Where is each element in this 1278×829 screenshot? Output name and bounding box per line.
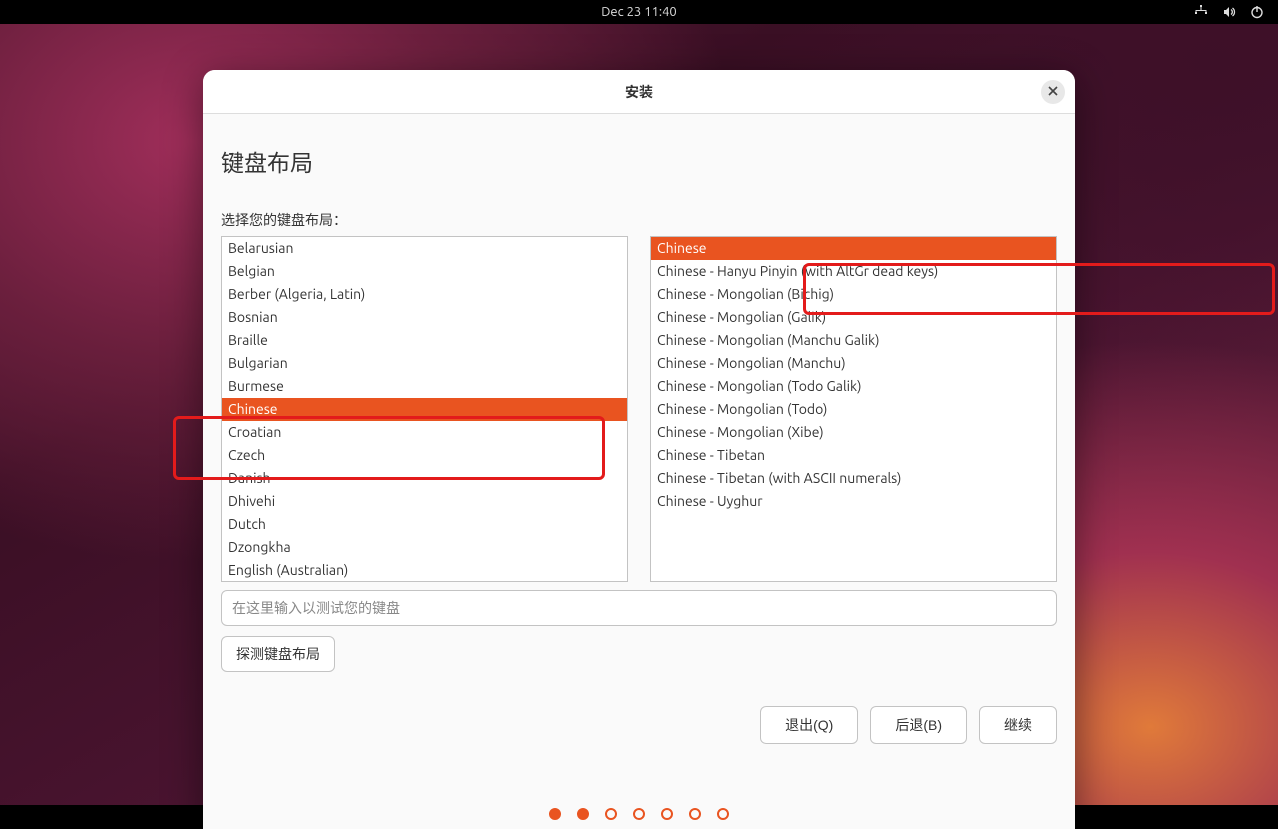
progress-dot	[605, 808, 617, 820]
back-button[interactable]: 后退(B)	[870, 706, 967, 744]
progress-dot	[717, 808, 729, 820]
installer-window: 安装 键盘布局 选择您的键盘布局： BelarusianBelgianBerbe…	[203, 70, 1075, 829]
volume-icon[interactable]	[1222, 5, 1236, 19]
list-item[interactable]: Dhivehi	[222, 490, 627, 513]
progress-dot	[577, 808, 589, 820]
layout-language-list[interactable]: BelarusianBelgianBerber (Algeria, Latin)…	[221, 236, 628, 582]
page-heading: 键盘布局	[221, 144, 1057, 178]
progress-dots	[221, 808, 1057, 820]
list-item[interactable]: Czech	[222, 444, 627, 467]
list-item[interactable]: English (Australian)	[222, 559, 627, 582]
window-title: 安装	[625, 82, 653, 102]
list-item[interactable]: Chinese - Mongolian (Manchu)	[651, 352, 1056, 375]
list-item[interactable]: Chinese	[651, 237, 1056, 260]
power-icon[interactable]	[1250, 5, 1264, 19]
layout-variant-list[interactable]: ChineseChinese - Hanyu Pinyin (with AltG…	[650, 236, 1057, 582]
layout-lists-row: BelarusianBelgianBerber (Algeria, Latin)…	[221, 236, 1057, 582]
list-item[interactable]: Danish	[222, 467, 627, 490]
close-button[interactable]	[1041, 80, 1065, 104]
list-item[interactable]: Belgian	[222, 260, 627, 283]
list-item[interactable]: Dzongkha	[222, 536, 627, 559]
list-item[interactable]: Croatian	[222, 421, 627, 444]
system-tray	[1194, 0, 1264, 24]
list-item[interactable]: Chinese - Mongolian (Xibe)	[651, 421, 1056, 444]
window-content: 键盘布局 选择您的键盘布局： BelarusianBelgianBerber (…	[203, 114, 1075, 829]
list-item[interactable]: Chinese - Uyghur	[651, 490, 1056, 513]
list-item[interactable]: Chinese - Hanyu Pinyin (with AltGr dead …	[651, 260, 1056, 283]
progress-dot	[633, 808, 645, 820]
clock: Dec 23 11:40	[601, 5, 677, 19]
list-item[interactable]: Chinese - Tibetan	[651, 444, 1056, 467]
list-item[interactable]: Braille	[222, 329, 627, 352]
list-item[interactable]: Chinese	[222, 398, 627, 421]
progress-dot	[689, 808, 701, 820]
continue-button[interactable]: 继续	[979, 706, 1057, 744]
list-item[interactable]: Chinese - Mongolian (Galik)	[651, 306, 1056, 329]
quit-button[interactable]: 退出(Q)	[760, 706, 858, 744]
progress-dot	[549, 808, 561, 820]
list-item[interactable]: Bosnian	[222, 306, 627, 329]
desktop-background: 安装 键盘布局 选择您的键盘布局： BelarusianBelgianBerbe…	[0, 24, 1278, 805]
list-item[interactable]: Bulgarian	[222, 352, 627, 375]
list-item[interactable]: Burmese	[222, 375, 627, 398]
list-item[interactable]: Berber (Algeria, Latin)	[222, 283, 627, 306]
window-titlebar: 安装	[203, 70, 1075, 114]
progress-dot	[661, 808, 673, 820]
detect-layout-button[interactable]: 探测键盘布局	[221, 636, 335, 672]
list-item[interactable]: Chinese - Mongolian (Todo)	[651, 398, 1056, 421]
list-item[interactable]: Dutch	[222, 513, 627, 536]
top-menubar: Dec 23 11:40	[0, 0, 1278, 24]
close-icon	[1048, 85, 1058, 99]
keyboard-test-input[interactable]	[221, 590, 1057, 626]
list-item[interactable]: Chinese - Mongolian (Bichig)	[651, 283, 1056, 306]
list-item[interactable]: Belarusian	[222, 237, 627, 260]
list-item[interactable]: Chinese - Mongolian (Todo Galik)	[651, 375, 1056, 398]
choose-layout-label: 选择您的键盘布局：	[221, 210, 1057, 230]
network-icon[interactable]	[1194, 5, 1208, 19]
nav-buttons: 退出(Q) 后退(B) 继续	[221, 706, 1057, 744]
list-item[interactable]: Chinese - Mongolian (Manchu Galik)	[651, 329, 1056, 352]
list-item[interactable]: Chinese - Tibetan (with ASCII numerals)	[651, 467, 1056, 490]
